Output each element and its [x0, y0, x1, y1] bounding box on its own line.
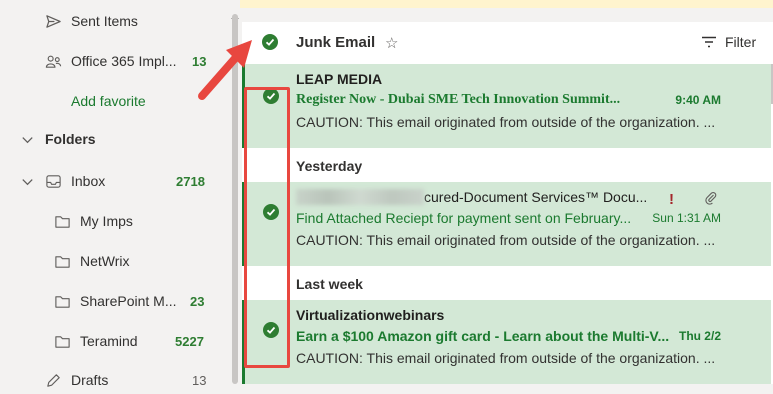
- sidebar-item-inbox[interactable]: Inbox 2718: [18, 167, 208, 195]
- paperclip-icon: [704, 191, 718, 210]
- notification-bar: [240, 0, 773, 8]
- folder-icon: [53, 252, 71, 270]
- sidebar-item-label: Drafts: [71, 372, 109, 388]
- sidebar-item-teramind[interactable]: Teramind 5227: [53, 327, 208, 355]
- message-subject: Find Attached Reciept for payment sent o…: [296, 210, 632, 226]
- annotation-highlight-box: [244, 87, 290, 368]
- message-time: 9:40 AM: [675, 93, 721, 107]
- redacted-sender: [296, 189, 424, 205]
- unread-count: 5227: [175, 333, 204, 349]
- folder-icon: [53, 292, 71, 310]
- sidebar-item-my-imps[interactable]: My Imps: [53, 207, 133, 235]
- message-subject: Register Now - Dubai SME Tech Innovation…: [296, 92, 621, 107]
- message-time: Thu 2/2: [678, 329, 721, 343]
- message-sender: cured-Document Services™ Docu...: [424, 189, 648, 205]
- message-sender-row: cured-Document Services™ Docu...: [296, 189, 647, 205]
- sidebar-item-sharepoint[interactable]: SharePoint M... 23: [53, 287, 208, 315]
- group-icon: [44, 52, 62, 70]
- unread-count: 23: [190, 293, 205, 309]
- annotation-arrow: [198, 40, 252, 100]
- sidebar-item-drafts[interactable]: Drafts 13: [44, 366, 208, 394]
- message-item[interactable]: cured-Document Services™ Docu... ! Find …: [242, 182, 771, 266]
- message-preview: CAUTION: This email originated from outs…: [296, 114, 716, 130]
- message-sender: LEAP MEDIA: [296, 71, 383, 87]
- message-subject: Earn a $100 Amazon gift card - Learn abo…: [296, 328, 670, 344]
- drafts-icon: [44, 371, 62, 389]
- message-preview: CAUTION: This email originated from outs…: [296, 350, 716, 366]
- sidebar-item-netwrix[interactable]: NetWrix: [53, 247, 130, 275]
- filter-icon: [702, 36, 716, 48]
- sidebar-item-label: SharePoint M...: [80, 293, 177, 309]
- folders-label: Folders: [45, 131, 96, 147]
- high-importance-icon: !: [669, 191, 674, 208]
- select-all-checkbox[interactable]: [262, 34, 278, 50]
- message-item[interactable]: Virtualizationwebinars Earn a $100 Amazo…: [242, 300, 771, 384]
- folder-icon: [53, 212, 71, 230]
- add-favorite-link[interactable]: Add favorite: [71, 87, 146, 115]
- folder-title: Junk Email: [296, 34, 376, 51]
- message-list-header: Junk Email ☆ Filter: [242, 22, 773, 64]
- group-header-last-week: Last week: [296, 276, 363, 292]
- message-preview: CAUTION: This email originated from outs…: [296, 232, 716, 248]
- message-item[interactable]: LEAP MEDIA Register Now - Dubai SME Tech…: [242, 64, 771, 148]
- chevron-down-icon: [18, 130, 36, 148]
- sidebar-item-label: Teramind: [80, 333, 138, 349]
- chevron-down-icon: [18, 172, 36, 190]
- folder-icon: [53, 332, 71, 350]
- inbox-icon: [44, 172, 62, 190]
- sidebar-item-sent-items[interactable]: Sent Items: [44, 7, 138, 35]
- send-icon: [44, 12, 62, 30]
- sidebar-item-office365-group[interactable]: Office 365 Impl... 13: [44, 47, 208, 75]
- filter-label: Filter: [725, 34, 757, 50]
- message-sender: Virtualizationwebinars: [296, 307, 445, 323]
- unread-count: 2718: [176, 173, 205, 189]
- add-favorite-label: Add favorite: [71, 93, 146, 109]
- sidebar-item-label: Inbox: [71, 173, 106, 189]
- message-time: Sun 1:31 AM: [652, 211, 721, 225]
- filter-button[interactable]: Filter: [701, 34, 756, 50]
- sidebar-item-label: Sent Items: [71, 13, 138, 29]
- group-header-yesterday: Yesterday: [296, 158, 363, 174]
- message-list: Junk Email ☆ Filter LEAP MEDIA Register …: [242, 22, 773, 384]
- sidebar-item-label: Office 365 Impl...: [71, 53, 177, 69]
- star-icon[interactable]: ☆: [385, 34, 398, 52]
- sidebar-item-label: My Imps: [80, 213, 133, 229]
- folders-section-header[interactable]: Folders: [18, 125, 96, 153]
- item-count: 13: [192, 372, 207, 388]
- sidebar-item-label: NetWrix: [80, 253, 130, 269]
